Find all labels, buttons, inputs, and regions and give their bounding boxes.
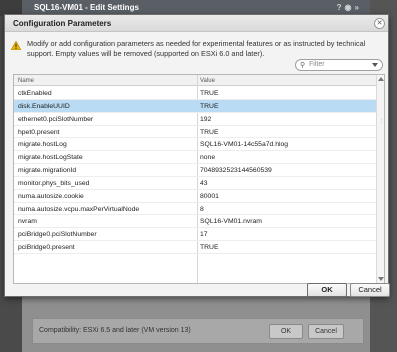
close-icon[interactable]: ✕ — [374, 18, 385, 29]
parameter-value[interactable]: 7048932523144560539 — [200, 167, 272, 174]
configuration-parameters-dialog: Configuration Parameters ✕ Modify or add… — [4, 14, 390, 297]
parameter-value[interactable]: TRUE — [200, 244, 219, 251]
table-body: ctkEnabled TRUE disk.EnableUUID TRUE etherne… — [14, 87, 376, 254]
parameter-value[interactable]: 192 — [200, 116, 211, 123]
parameter-value[interactable]: SQL16-VM01.nvram — [200, 218, 262, 225]
compatibility-label: Compatibility: ESXi 6.5 and later (VM ve… — [39, 327, 191, 334]
parameter-name: pciBridge0.present — [18, 244, 75, 252]
table-row[interactable]: migrate.hostLog SQL16-VM01-14c55a7d.hlog — [14, 138, 376, 152]
dialog-titlebar: Configuration Parameters — [5, 15, 388, 32]
dialog-title: Configuration Parameters — [13, 19, 112, 28]
parameter-value[interactable]: TRUE — [200, 129, 219, 136]
cancel-button[interactable]: Cancel — [350, 283, 390, 297]
parameter-name: disk.EnableUUID — [18, 102, 70, 110]
parameter-value[interactable]: TRUE — [200, 90, 219, 97]
parameter-name: migrate.hostLogState — [18, 154, 83, 162]
column-header-value[interactable]: Value — [200, 78, 215, 84]
edit-settings-ok-button[interactable]: OK — [269, 324, 303, 339]
warning-icon — [11, 41, 21, 50]
edit-settings-footer: Compatibility: ESXi 6.5 and later (VM ve… — [32, 318, 364, 344]
filter-placeholder: Filter — [309, 61, 325, 68]
scroll-grip-icon[interactable]: ⋮⋮ — [379, 120, 384, 125]
table-row[interactable]: migrate.migrationId 7048932523144560539 — [14, 164, 376, 177]
edit-settings-title: SQL16-VM01 - Edit Settings — [34, 3, 139, 12]
ok-button[interactable]: OK — [307, 283, 347, 297]
parameter-value[interactable]: 43 — [200, 180, 208, 187]
table-row[interactable]: monitor.phys_bits_used 43 — [14, 177, 376, 190]
chevron-down-icon[interactable] — [372, 63, 378, 67]
vertical-scrollbar[interactable]: ⋮⋮ — [376, 75, 384, 283]
table-row[interactable]: ctkEnabled TRUE — [14, 87, 376, 100]
column-header-name[interactable]: Name — [18, 78, 34, 84]
table-row[interactable]: numa.autosize.vcpu.maxPerVirtualNode 8 — [14, 203, 376, 216]
parameter-value[interactable]: 8 — [200, 206, 204, 213]
parameter-name: pciBridge0.pciSlotNumber — [18, 231, 97, 239]
parameter-name: ethernet0.pciSlotNumber — [18, 115, 94, 123]
parameter-name: migrate.hostLog — [18, 141, 67, 149]
table-row[interactable]: pciBridge0.present TRUE — [14, 241, 376, 254]
table-header: Name Value — [14, 75, 376, 86]
parameters-table: Name Value ctkEnabled TRUE disk.EnableUUID… — [13, 74, 385, 284]
table-row[interactable]: pciBridge0.pciSlotNumber 17 — [14, 228, 376, 242]
parameter-value[interactable]: none — [200, 154, 215, 161]
scroll-down-icon[interactable] — [378, 277, 384, 281]
table-row[interactable]: ethernet0.pciSlotNumber 192 — [14, 113, 376, 126]
parameter-name: nvram — [18, 218, 37, 226]
parameter-name: numa.autosize.cookie — [18, 192, 84, 200]
table-row[interactable]: disk.EnableUUID TRUE — [14, 99, 376, 113]
parameter-value[interactable]: 80001 — [200, 193, 219, 200]
search-icon: ⚲ — [300, 62, 306, 69]
edit-settings-cancel-button[interactable]: Cancel — [308, 324, 344, 339]
scroll-up-icon[interactable] — [378, 77, 384, 81]
parameter-name: migrate.migrationId — [18, 167, 77, 175]
filter-input[interactable]: ⚲ Filter — [295, 59, 383, 71]
warning-text: Modify or add configuration parameters a… — [27, 39, 366, 58]
parameter-name: numa.autosize.vcpu.maxPerVirtualNode — [18, 205, 140, 213]
parameter-name: hpet0.present — [18, 128, 60, 136]
table-row[interactable]: hpet0.present TRUE — [14, 126, 376, 139]
parameter-value[interactable]: SQL16-VM01-14c55a7d.hlog — [200, 141, 288, 148]
table-row[interactable]: migrate.hostLogState none — [14, 151, 376, 165]
parameter-name: ctkEnabled — [18, 90, 52, 97]
table-row[interactable]: numa.autosize.cookie 80001 — [14, 190, 376, 203]
parameter-value[interactable]: 17 — [200, 231, 208, 238]
table-row[interactable]: nvram SQL16-VM01.nvram — [14, 215, 376, 229]
parameter-name: monitor.phys_bits_used — [18, 179, 90, 187]
parameter-value[interactable]: TRUE — [200, 103, 219, 110]
window-controls-icon[interactable]: ?◉» — [337, 3, 362, 12]
